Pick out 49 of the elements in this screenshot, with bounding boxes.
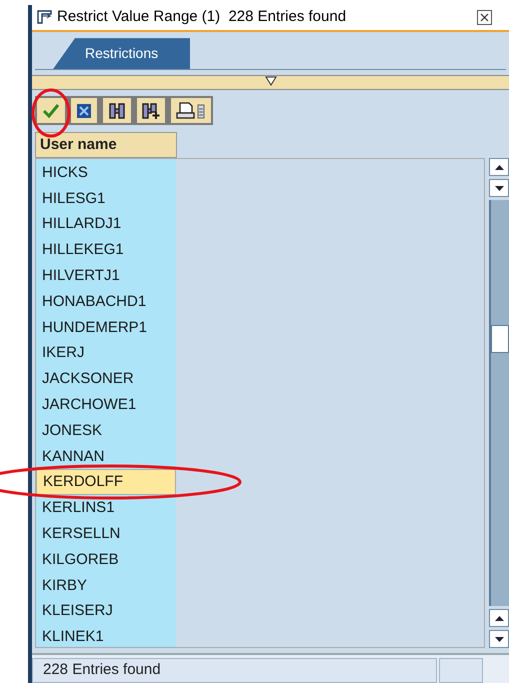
highlight-circle	[31, 88, 71, 138]
toolbar-button[interactable]	[137, 98, 165, 124]
user-name-cell[interactable]: HICKS	[42, 164, 88, 180]
collapse-arrow-icon	[264, 76, 276, 86]
user-name-cell[interactable]: HILVERTJ1	[42, 268, 120, 284]
user-name-cell[interactable]: KERSELLN	[42, 526, 120, 542]
toolbar-button[interactable]	[171, 98, 211, 124]
scroll-up-button[interactable]	[489, 158, 509, 176]
up-arrow-icon	[494, 164, 504, 170]
scrollbar-track[interactable]	[489, 200, 509, 606]
splitter-bar[interactable]	[32, 75, 509, 90]
user-name-cell[interactable]: KIRBY	[42, 578, 88, 593]
user-name-cell[interactable]: HONABACHD1	[42, 294, 146, 309]
binoculars-icon	[108, 102, 126, 120]
user-name-cell[interactable]: HILLEKEG1	[42, 242, 124, 258]
scroll-down-button[interactable]	[489, 630, 509, 648]
window-title: Restrict Value Range (1) 228 Entries found	[57, 7, 346, 28]
user-name-cell[interactable]: KLEISERJ	[42, 603, 113, 618]
scrollbar-thumb[interactable]	[491, 325, 509, 354]
toolbar-button[interactable]	[71, 98, 97, 124]
user-name-cell[interactable]: HILLARDJ1	[42, 216, 122, 232]
up-arrow-icon	[494, 616, 504, 621]
down-arrow-icon	[494, 636, 504, 642]
close-icon	[76, 102, 92, 119]
column-header[interactable]: User name	[35, 132, 177, 158]
scroll-down-button[interactable]	[489, 179, 509, 198]
user-name-cell[interactable]: HILESG1	[42, 190, 106, 206]
user-name-cell[interactable]: KERLINS1	[42, 500, 115, 516]
close-button[interactable]	[477, 10, 492, 25]
down-arrow-icon	[494, 186, 504, 191]
window-icon	[37, 10, 53, 24]
user-name-cell[interactable]: IKERJ	[42, 345, 85, 360]
status-bar: 228 Entries found	[32, 658, 437, 683]
user-name-cell[interactable]: JONESK	[42, 422, 102, 438]
user-name-cell[interactable]: JARCHOWE1	[42, 397, 136, 412]
binoculars-plus-icon	[142, 102, 160, 120]
user-name-cell[interactable]: KANNAN	[42, 448, 105, 464]
user-name-cell[interactable]: KLINEK1	[42, 629, 104, 644]
checkmark-icon	[42, 102, 60, 119]
scroll-up-button[interactable]	[489, 609, 509, 628]
user-name-cell[interactable]: HUNDEMERP1	[42, 320, 148, 335]
status-field	[439, 658, 483, 683]
close-icon	[480, 12, 489, 22]
toolbar-button[interactable]	[103, 98, 131, 124]
user-name-cell[interactable]: JACKSONER	[42, 371, 134, 386]
tab[interactable]: Restrictions	[53, 38, 190, 70]
user-name-cell[interactable]: KILGOREB	[42, 552, 119, 567]
printer-icon	[176, 102, 206, 120]
table-row[interactable]: KERDOLFF	[36, 469, 176, 495]
